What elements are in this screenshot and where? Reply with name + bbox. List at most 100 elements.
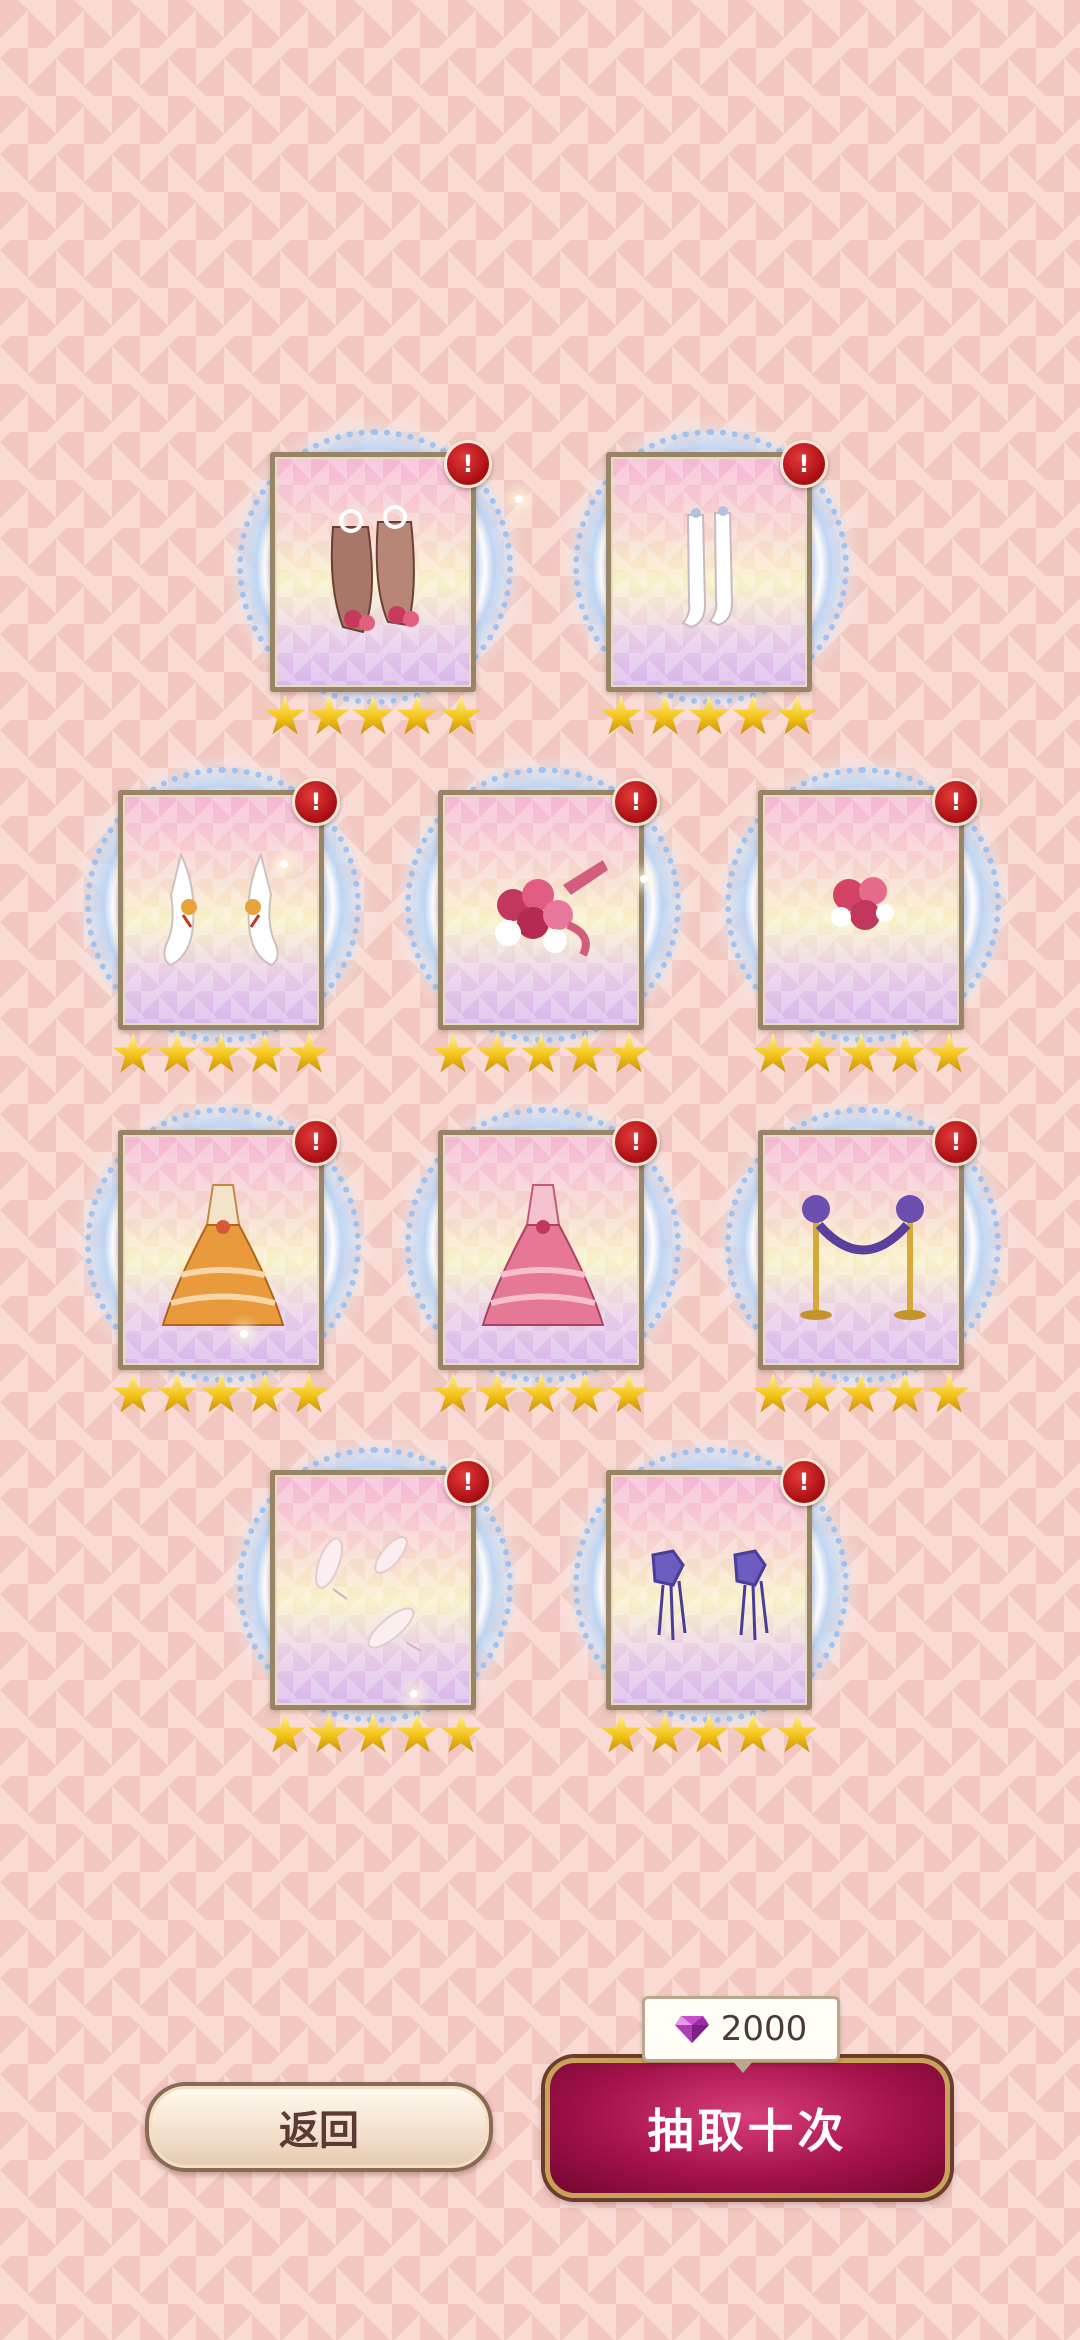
sparkle-effect	[410, 1690, 418, 1698]
cost-amount: 2000	[720, 2009, 808, 2049]
feathers-icon	[315, 1536, 422, 1652]
card-shoes[interactable]: !	[210, 402, 540, 735]
rope-barrier-icon	[800, 1195, 926, 1320]
ribbon-earrings-icon	[651, 1549, 769, 1641]
star-icon	[608, 1372, 650, 1413]
new-alert-badge: !	[444, 440, 492, 488]
star-icon	[244, 1032, 286, 1073]
item-frame	[606, 1470, 812, 1710]
card-rose-corsage[interactable]: !	[698, 740, 1028, 1073]
new-alert-badge: !	[292, 1118, 340, 1166]
star-icon	[884, 1032, 926, 1073]
star-rating	[264, 694, 484, 736]
star-icon	[796, 1372, 838, 1413]
star-icon	[564, 1372, 606, 1413]
shoes-icon	[330, 505, 419, 634]
star-icon	[776, 694, 818, 735]
star-icon	[608, 1032, 650, 1073]
card-ribbon-earrings[interactable]: !	[546, 1420, 876, 1753]
star-icon	[688, 1712, 730, 1753]
item-frame	[118, 790, 324, 1030]
star-icon	[644, 694, 686, 735]
star-rating	[112, 1032, 332, 1074]
star-icon	[308, 694, 350, 735]
rose-corsage-icon	[831, 877, 894, 930]
sparkle-effect	[240, 1330, 248, 1338]
star-icon	[644, 1712, 686, 1753]
star-icon	[352, 1712, 394, 1753]
item-frame	[118, 1130, 324, 1370]
star-icon	[440, 694, 482, 735]
card-orange-gown[interactable]: !	[58, 1080, 388, 1413]
sparkle-effect	[515, 495, 523, 503]
star-icon	[288, 1032, 330, 1073]
star-icon	[200, 1372, 242, 1413]
new-alert-badge: !	[444, 1458, 492, 1506]
star-icon	[732, 1712, 774, 1753]
star-icon	[928, 1032, 970, 1073]
star-icon	[112, 1032, 154, 1073]
star-icon	[156, 1032, 198, 1073]
bouquet-icon	[495, 860, 608, 957]
new-alert-badge: !	[932, 778, 980, 826]
star-icon	[432, 1372, 474, 1413]
cost-bubble: 2000	[642, 1996, 840, 2073]
star-icon	[156, 1372, 198, 1413]
star-icon	[476, 1372, 518, 1413]
new-alert-badge: !	[612, 1118, 660, 1166]
star-icon	[432, 1032, 474, 1073]
star-icon	[884, 1372, 926, 1413]
card-feathers[interactable]: !	[210, 1420, 540, 1753]
star-rating	[264, 1712, 484, 1754]
new-alert-badge: !	[780, 440, 828, 488]
star-icon	[600, 1712, 642, 1753]
star-icon	[288, 1372, 330, 1413]
star-icon	[840, 1032, 882, 1073]
star-rating	[432, 1372, 652, 1414]
card-gloves[interactable]: !	[58, 740, 388, 1073]
sparkle-effect	[640, 875, 648, 883]
star-icon	[752, 1032, 794, 1073]
star-icon	[520, 1372, 562, 1413]
star-rating	[600, 694, 820, 736]
new-alert-badge: !	[612, 778, 660, 826]
star-icon	[752, 1372, 794, 1413]
star-icon	[928, 1372, 970, 1413]
star-icon	[564, 1032, 606, 1073]
star-icon	[600, 694, 642, 735]
draw-ten-button[interactable]: 抽取十次	[545, 2058, 950, 2198]
star-rating	[752, 1032, 972, 1074]
card-stockings[interactable]: !	[546, 402, 876, 735]
star-icon	[732, 694, 774, 735]
star-rating	[112, 1372, 332, 1414]
new-alert-badge: !	[780, 1458, 828, 1506]
card-pink-gown[interactable]: !	[378, 1080, 708, 1413]
item-frame	[438, 1130, 644, 1370]
star-icon	[840, 1372, 882, 1413]
gem-icon	[674, 2016, 709, 2043]
card-rope-barrier[interactable]: !	[698, 1080, 1028, 1413]
star-icon	[264, 1712, 306, 1753]
star-icon	[264, 694, 306, 735]
new-alert-badge: !	[932, 1118, 980, 1166]
item-frame	[438, 790, 644, 1030]
pink-gown-icon	[481, 1184, 605, 1326]
draw-ten-label: 抽取十次	[545, 2058, 950, 2198]
star-icon	[440, 1712, 482, 1753]
back-button[interactable]: 返回	[145, 2082, 493, 2172]
stockings-icon	[681, 506, 734, 629]
star-rating	[752, 1372, 972, 1414]
star-rating	[432, 1032, 652, 1074]
card-bouquet[interactable]: !	[378, 740, 708, 1073]
item-frame	[758, 790, 964, 1030]
star-icon	[308, 1712, 350, 1753]
star-icon	[776, 1712, 818, 1753]
sparkle-effect	[280, 860, 288, 868]
star-icon	[112, 1372, 154, 1413]
orange-gown-icon	[161, 1184, 285, 1326]
item-frame	[758, 1130, 964, 1370]
item-frame	[606, 452, 812, 692]
star-icon	[476, 1032, 518, 1073]
star-icon	[520, 1032, 562, 1073]
star-icon	[688, 694, 730, 735]
